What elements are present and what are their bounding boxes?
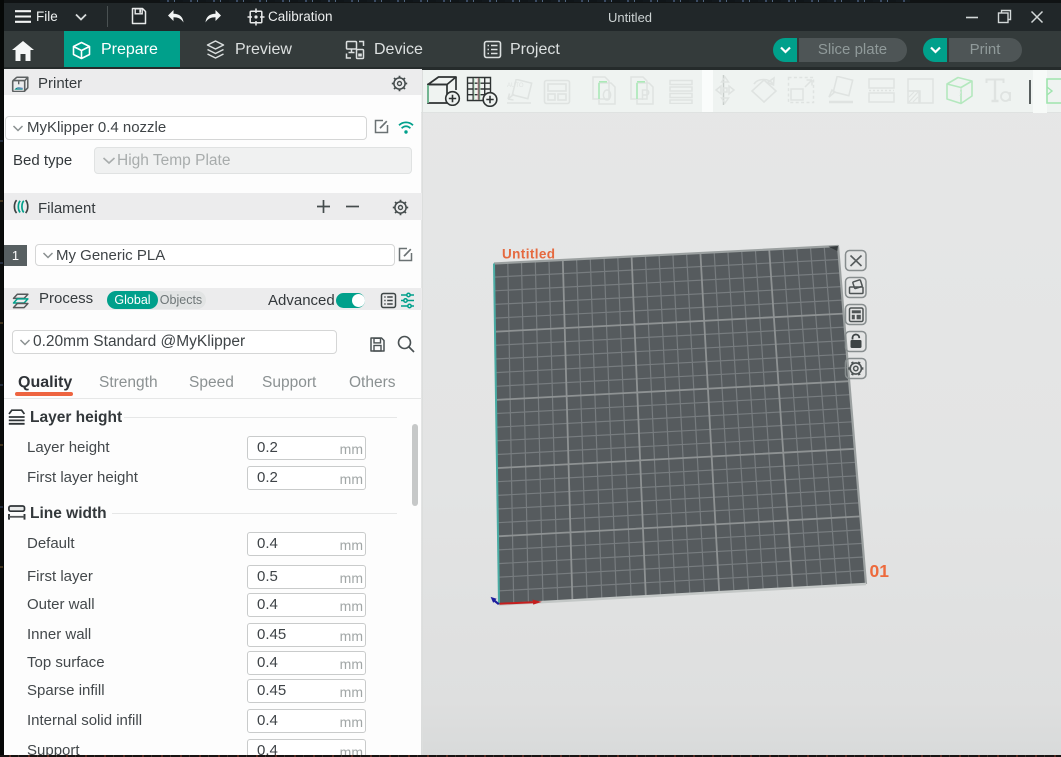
svg-text:01: 01 [870, 561, 890, 581]
svg-text:Untitled: Untitled [502, 247, 555, 262]
